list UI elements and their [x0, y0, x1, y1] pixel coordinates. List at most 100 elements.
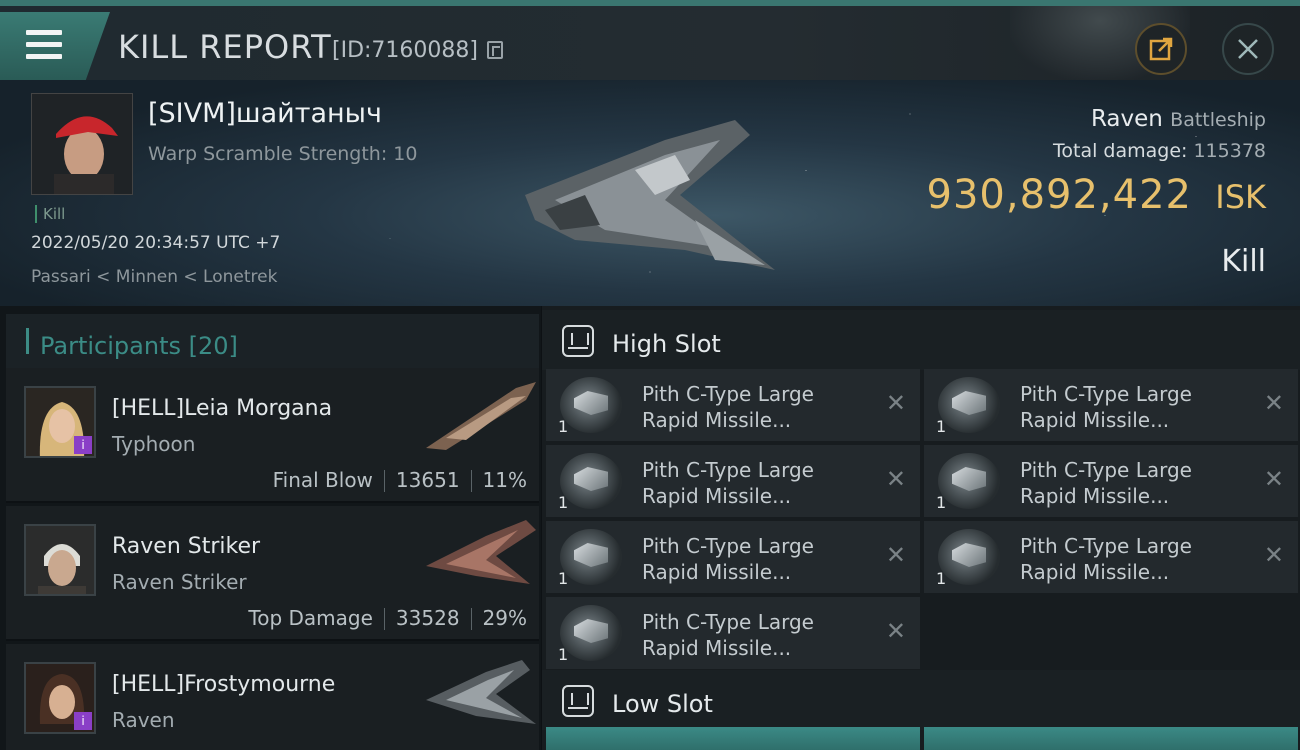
share-icon [1149, 37, 1173, 61]
victim-name[interactable]: [SIVM]шайтаныч [148, 98, 382, 129]
total-damage: Total damage: 115378 [1053, 140, 1266, 162]
fitting-panel: High Slot 1 Pith C-Type Large Rapid Missi… [542, 306, 1300, 750]
low-slot-icon [562, 685, 594, 717]
participant-row[interactable]: i [HELL]Leia Morgana Typhoon Final Blow … [6, 368, 539, 503]
participant-ship-image [426, 520, 536, 584]
participant-badge: i [74, 436, 92, 454]
module-card[interactable]: 1 Pith C-Type Large Rapid Missile... ✕ [924, 369, 1298, 441]
participant-name: [HELL]Frostymourne [112, 672, 336, 697]
kill-tag: Kill [35, 205, 65, 223]
module-name: Pith C-Type Large Rapid Missile... [1020, 534, 1192, 584]
module-quantity: 1 [936, 569, 947, 588]
participant-stats: Top Damage 33528 29% [248, 606, 527, 630]
participants-label: Participants [20] [40, 332, 238, 360]
kill-timestamp: 2022/05/20 20:34:57 UTC +7 [31, 233, 281, 253]
participant-damage: 13651 [395, 468, 460, 492]
participant-stats: Final Blow 13651 11% [273, 468, 527, 492]
high-slot-title: High Slot [612, 330, 721, 358]
participant-ship-image [426, 382, 536, 450]
participants-panel: Participants [20] i [HELL]Leia Morgana T… [0, 306, 541, 750]
share-button[interactable] [1135, 23, 1187, 75]
module-name: Pith C-Type Large Rapid Missile... [642, 534, 814, 584]
report-id: [ID:7160088] [332, 38, 478, 63]
menu-icon [26, 30, 62, 60]
isk-unit: ISK [1215, 178, 1266, 216]
module-name: Pith C-Type Large Rapid Missile... [1020, 458, 1192, 508]
missile-launcher-icon [560, 377, 622, 433]
module-quantity: 1 [558, 417, 569, 436]
destroyed-icon: ✕ [1263, 389, 1284, 417]
module-quantity: 1 [558, 493, 569, 512]
module-quantity: 1 [936, 493, 947, 512]
module-card[interactable]: 1 Pith C-Type Large Rapid Missile... ✕ [546, 597, 920, 669]
top-bar: KILL REPORT [ID:7160088] [0, 0, 1300, 80]
participant-avatar: i [24, 386, 96, 458]
low-slot-title: Low Slot [612, 690, 713, 718]
module-quantity: 1 [558, 569, 569, 588]
victim-ship: Raven Battleship [1091, 106, 1266, 132]
missile-launcher-icon [938, 377, 1000, 433]
ship-class: Battleship [1170, 109, 1266, 131]
destroyed-icon: ✕ [885, 389, 906, 417]
low-slot-module-card[interactable] [546, 727, 920, 750]
destroyed-icon: ✕ [885, 465, 906, 493]
participants-count: [20] [188, 332, 238, 360]
missile-launcher-icon [560, 453, 622, 509]
destroyed-icon: ✕ [885, 541, 906, 569]
participant-name: [HELL]Leia Morgana [112, 396, 333, 421]
destroyed-icon: ✕ [1263, 465, 1284, 493]
header-accent-bar [26, 328, 29, 354]
participant-row[interactable]: i [HELL]Frostymourne Raven [6, 644, 539, 750]
victim-subtitle: Warp Scramble Strength: 10 [148, 143, 418, 165]
missile-launcher-icon [560, 605, 622, 661]
menu-button[interactable] [0, 12, 110, 80]
module-card[interactable]: 1 Pith C-Type Large Rapid Missile... ✕ [546, 445, 920, 517]
module-card[interactable]: 1 Pith C-Type Large Rapid Missile... ✕ [924, 521, 1298, 593]
missile-launcher-icon [560, 529, 622, 585]
participant-role: Final Blow [272, 468, 373, 492]
participant-role: Top Damage [248, 606, 373, 630]
participant-percent: 29% [482, 606, 527, 630]
module-card[interactable]: 1 Pith C-Type Large Rapid Missile... ✕ [546, 521, 920, 593]
page-title: KILL REPORT [118, 28, 332, 66]
missile-launcher-icon [938, 529, 1000, 585]
participant-ship: Raven [112, 708, 175, 732]
total-damage-value: 115378 [1193, 140, 1266, 162]
module-name: Pith C-Type Large Rapid Missile... [642, 382, 814, 432]
participant-name: Raven Striker [112, 534, 261, 559]
participants-header[interactable]: Participants [20] [6, 314, 539, 371]
participant-damage: 33528 [395, 606, 460, 630]
participant-badge: i [74, 712, 92, 730]
low-slot-module-card[interactable] [924, 727, 1298, 750]
high-slot-icon [562, 325, 594, 357]
total-damage-label: Total damage: [1053, 140, 1188, 162]
copy-icon[interactable] [487, 41, 503, 59]
module-card[interactable]: 1 Pith C-Type Large Rapid Missile... ✕ [546, 369, 920, 441]
ship-name: Raven [1090, 106, 1163, 132]
participant-ship: Typhoon [112, 432, 196, 456]
participant-ship-image [426, 660, 536, 724]
module-name: Pith C-Type Large Rapid Missile... [1020, 382, 1192, 432]
close-icon [1238, 39, 1258, 59]
participant-avatar: i [24, 662, 96, 734]
low-slot-header: Low Slot [542, 670, 1300, 730]
destroyed-icon: ✕ [1263, 541, 1284, 569]
victim-avatar[interactable] [31, 93, 133, 195]
participant-percent: 11% [482, 468, 527, 492]
module-quantity: 1 [936, 417, 947, 436]
victim-ship-image [525, 120, 775, 270]
module-card[interactable]: 1 Pith C-Type Large Rapid Missile... ✕ [924, 445, 1298, 517]
destroyed-icon: ✕ [885, 617, 906, 645]
module-name: Pith C-Type Large Rapid Missile... [642, 610, 814, 660]
missile-launcher-icon [938, 453, 1000, 509]
isk-value: 930,892,422 [926, 172, 1192, 218]
close-button[interactable] [1222, 23, 1274, 75]
module-quantity: 1 [558, 645, 569, 664]
high-slot-header: High Slot [542, 310, 1300, 370]
participant-ship: Raven Striker [112, 570, 247, 594]
module-name: Pith C-Type Large Rapid Missile... [642, 458, 814, 508]
participant-avatar [24, 524, 96, 596]
participant-row[interactable]: Raven Striker Raven Striker Top Damage 3… [6, 506, 539, 641]
kill-result: Kill [1221, 244, 1266, 279]
kill-location[interactable]: Passari < Minnen < Lonetrek [31, 267, 277, 287]
